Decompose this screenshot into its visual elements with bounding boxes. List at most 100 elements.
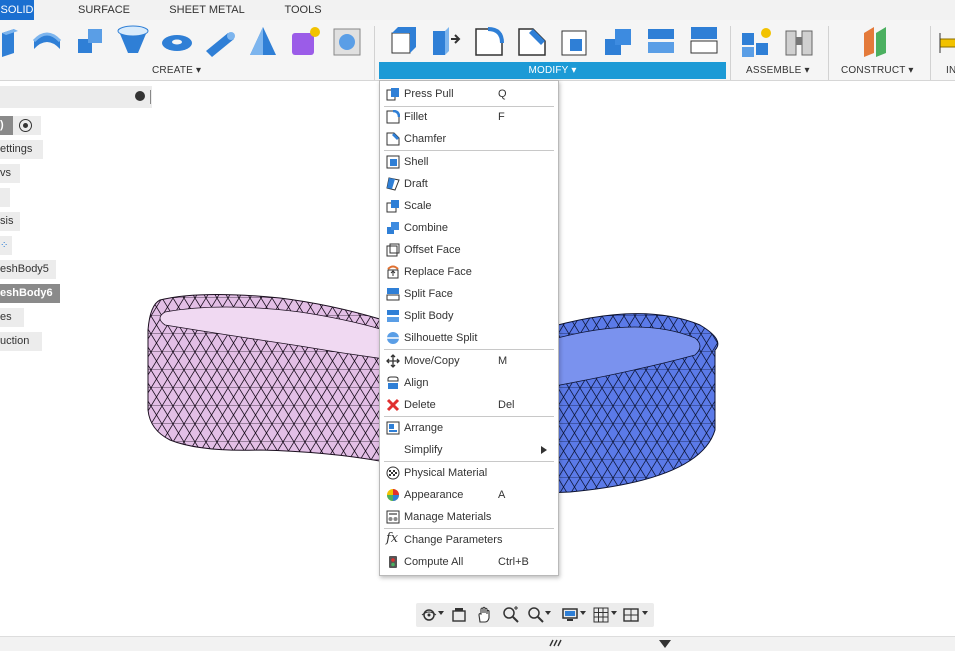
pyramid-icon[interactable] <box>246 23 280 59</box>
browser-item-origin[interactable] <box>0 188 10 207</box>
tab-sheet-metal[interactable]: SHEET METAL <box>166 0 248 20</box>
arrange-icon <box>386 421 400 435</box>
press-pull-icon <box>386 88 399 101</box>
browser-item-views[interactable]: vs <box>0 164 20 183</box>
display-settings-icon[interactable] <box>561 606 579 624</box>
timeline-playhead-icon[interactable] <box>658 639 672 649</box>
ribbon-divider <box>730 26 731 80</box>
sweep-icon[interactable] <box>74 23 108 59</box>
browser-item-construction[interactable]: uction <box>0 332 42 351</box>
fit-zoom-icon[interactable] <box>527 606 545 624</box>
split-body-tool-icon[interactable] <box>644 23 678 59</box>
browser-item-bodies[interactable]: es <box>0 308 24 327</box>
panel-pin-icon[interactable] <box>150 90 151 104</box>
menu-item-fillet[interactable]: Fillet F <box>380 106 558 128</box>
fillet-edge-icon[interactable] <box>472 23 506 59</box>
menu-item-shell[interactable]: Shell <box>380 151 558 173</box>
shell-icon <box>386 155 400 169</box>
menu-item-align[interactable]: Align <box>380 372 558 394</box>
split-face-tool-icon[interactable] <box>687 23 721 59</box>
new-component-assemble-icon[interactable] <box>740 23 774 59</box>
browser-item-meshbody5[interactable]: eshBody5 <box>0 260 56 279</box>
display-dropdown-icon[interactable] <box>580 611 586 615</box>
orbit-icon[interactable] <box>420 606 438 624</box>
inspect-menu[interactable]: IN <box>946 65 955 76</box>
measure-icon[interactable] <box>936 23 955 59</box>
look-at-icon[interactable] <box>450 606 468 624</box>
menu-item-draft[interactable]: Draft <box>380 173 558 195</box>
loft-icon[interactable] <box>116 23 150 59</box>
menu-item-offset-face[interactable]: Offset Face <box>380 239 558 261</box>
combine-icon <box>387 222 399 234</box>
menu-item-label: Press Pull <box>404 88 454 100</box>
offset-plane-icon[interactable] <box>860 23 894 59</box>
zoom-icon[interactable] <box>502 606 520 624</box>
replace-face-icon <box>387 265 399 279</box>
browser-root-visibility[interactable] <box>13 116 41 135</box>
menu-item-arrange[interactable]: Arrange <box>380 417 558 439</box>
browser-item-meshbody6[interactable]: eshBody6 <box>0 284 60 303</box>
menu-item-appearance[interactable]: Appearance A <box>380 484 558 506</box>
insert-mesh-icon[interactable] <box>330 23 364 59</box>
browser-item-settings[interactable]: ettings <box>0 140 43 159</box>
offset-face-icon <box>386 243 400 257</box>
navigation-toolbar <box>416 603 654 627</box>
construct-menu[interactable]: CONSTRUCT ▾ <box>841 65 914 76</box>
ribbon-divider <box>374 26 375 80</box>
browser-item-analysis[interactable]: sis <box>0 212 20 231</box>
menu-item-label: Simplify <box>404 444 443 456</box>
fillet-tool-icon[interactable] <box>429 23 463 59</box>
menu-item-simplify[interactable]: Simplify <box>380 439 558 461</box>
menu-item-combine[interactable]: Combine <box>380 217 558 239</box>
menu-item-manage-materials[interactable]: Manage Materials <box>380 506 558 528</box>
grid-icon[interactable] <box>592 606 610 624</box>
new-component-icon[interactable] <box>0 23 34 59</box>
viewports-dropdown-icon[interactable] <box>642 611 648 615</box>
menu-item-split-body[interactable]: Split Body <box>380 305 558 327</box>
menu-item-press-pull[interactable]: Press Pull Q <box>380 83 558 105</box>
menu-item-move-copy[interactable]: Move/Copy M <box>380 350 558 372</box>
menu-item-delete[interactable]: Delete Del <box>380 394 558 416</box>
pan-hand-icon[interactable] <box>475 606 493 624</box>
delete-icon <box>386 398 400 412</box>
tab-solid[interactable]: SOLID <box>0 0 34 20</box>
menu-item-replace-face[interactable]: Replace Face <box>380 261 558 283</box>
menu-item-label: Appearance <box>404 489 464 501</box>
menu-item-silhouette-split[interactable]: Silhouette Split <box>380 327 558 349</box>
chamfer-tool-icon[interactable] <box>515 23 549 59</box>
menu-item-split-face[interactable]: Split Face <box>380 283 558 305</box>
silhouette-split-icon <box>387 332 399 344</box>
tab-tools[interactable]: TOOLS <box>280 0 326 20</box>
combine-tool-icon[interactable] <box>601 23 635 59</box>
menu-item-label: Replace Face <box>404 266 472 278</box>
grid-dropdown-icon[interactable] <box>611 611 617 615</box>
browser-item-mesh-icon[interactable]: ⁘ <box>0 236 12 255</box>
create-menu[interactable]: CREATE ▾ <box>152 65 201 76</box>
orbit-dropdown-icon[interactable] <box>438 611 444 615</box>
menu-item-shortcut: Del <box>498 399 515 411</box>
compute-all-icon <box>389 556 397 568</box>
collapse-icon[interactable] <box>135 91 145 101</box>
form-icon[interactable] <box>288 23 322 59</box>
menu-item-change-parameters[interactable]: fx Change Parameters <box>380 529 558 551</box>
tab-surface[interactable]: SURFACE <box>72 0 136 20</box>
revolve-icon[interactable] <box>30 23 64 59</box>
menu-item-physical-material[interactable]: Physical Material <box>380 462 558 484</box>
menu-item-label: Align <box>404 377 429 389</box>
zoom-dropdown-icon[interactable] <box>545 611 551 615</box>
assemble-menu[interactable]: ASSEMBLE ▾ <box>746 65 810 76</box>
chamfer-icon <box>386 132 400 146</box>
menu-item-chamfer[interactable]: Chamfer <box>380 128 558 150</box>
shell-tool-icon[interactable] <box>558 23 592 59</box>
menu-item-label: Change Parameters <box>404 534 503 546</box>
split-face-icon <box>386 288 400 301</box>
menu-item-compute-all[interactable]: Compute All Ctrl+B <box>380 551 558 573</box>
modify-menu[interactable]: MODIFY ▾ <box>379 62 726 79</box>
timeline-marker-icon[interactable] <box>548 639 564 647</box>
menu-item-scale[interactable]: Scale <box>380 195 558 217</box>
viewports-icon[interactable] <box>622 606 640 624</box>
torus-icon[interactable] <box>160 23 194 59</box>
pipe-icon[interactable] <box>202 23 236 59</box>
press-pull-tool-icon[interactable] <box>386 23 420 59</box>
joint-icon[interactable] <box>782 23 816 59</box>
